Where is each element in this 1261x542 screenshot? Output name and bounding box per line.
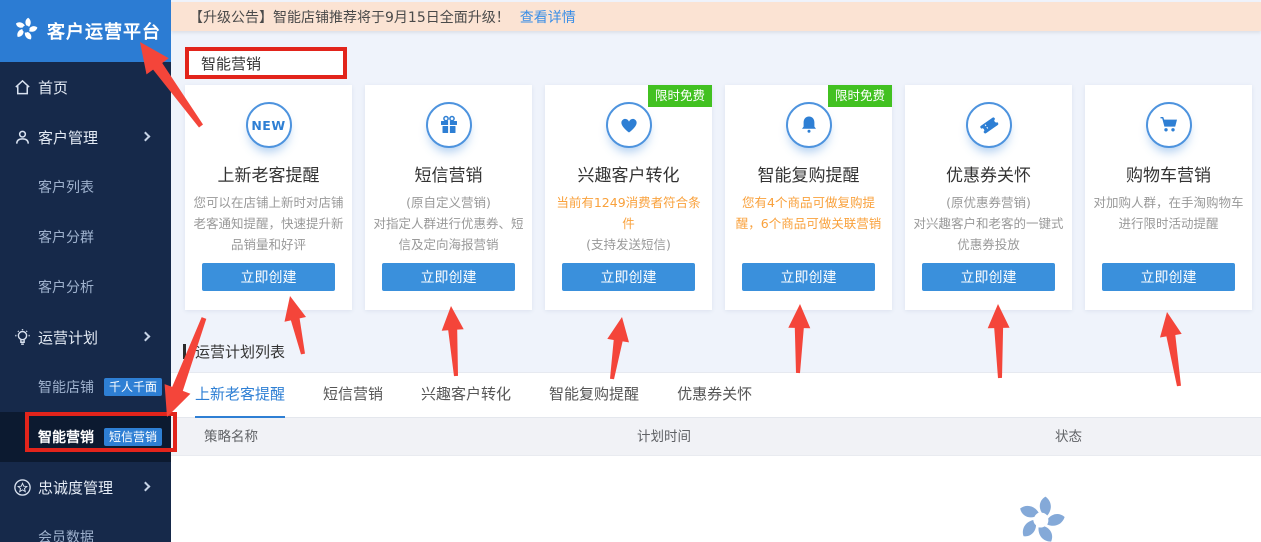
sidebar-item-customer-management[interactable]: 客户管理 (0, 112, 171, 162)
card-description: 您可以在店铺上新时对店铺老客通知提醒，快速提升新品销量和好评 (193, 192, 345, 255)
plan-tabs: 上新老客提醒 短信营销 兴趣客户转化 智能复购提醒 优惠券关怀 (171, 373, 1261, 418)
new-badge-icon: NEW (246, 102, 292, 148)
app-title: 客户运营平台 (47, 18, 161, 44)
section-title: 运营计划列表 (195, 341, 285, 362)
create-now-button[interactable]: 立即创建 (382, 263, 515, 291)
star-circle-icon (13, 478, 32, 497)
sidebar-nav: 首页 客户管理 客户列表 客户分群 客户分析 (0, 62, 171, 542)
card-title: 优惠券关怀 (905, 161, 1072, 186)
sidebar-item-label: 首页 (38, 77, 68, 98)
sidebar-item-member-data[interactable]: 会员数据 (0, 512, 171, 542)
pinwheel-logo-icon (13, 16, 39, 46)
sidebar-item-smart-shop[interactable]: 智能店铺 千人千面 (0, 362, 171, 412)
upgrade-notice-bar: 【升级公告】智能店铺推荐将于9月15日全面升级！ 查看详情 (171, 2, 1261, 31)
notice-text: 【升级公告】智能店铺推荐将于9月15日全面升级！ (189, 7, 510, 27)
sidebar-item-label: 忠诚度管理 (38, 477, 113, 498)
card-title: 上新老客提醒 (185, 161, 352, 186)
sidebar-item-label: 客户分析 (38, 277, 94, 297)
annotation-arrow (788, 304, 810, 373)
card-description: 对指定人群进行优惠券、短信及定向海报营销 (373, 213, 525, 255)
bell-icon (786, 102, 832, 148)
card-description: 对加购人群，在手淘购物车进行限时活动提醒 (1093, 192, 1245, 234)
marketing-cards: NEW 上新老客提醒 您可以在店铺上新时对店铺老客通知提醒，快速提升新品销量和好… (185, 85, 1252, 310)
card-description: 对兴趣客户和老客的一键式优惠券投放 (913, 213, 1065, 255)
lightbulb-icon (13, 328, 32, 347)
chevron-right-icon (141, 482, 151, 492)
users-icon (13, 128, 32, 147)
sidebar-item-loyalty-management[interactable]: 忠诚度管理 (0, 462, 171, 512)
card-highlight: 您有4个商品可做复购提醒，6个商品可做关联营销 (733, 192, 885, 234)
heart-icon (606, 102, 652, 148)
sidebar-item-customer-list[interactable]: 客户列表 (0, 162, 171, 212)
sidebar-item-smart-marketing[interactable]: 智能营销 短信营销 (0, 412, 171, 462)
table-header-row: 策略名称 计划时间 状态 (171, 418, 1261, 456)
sidebar-item-label: 运营计划 (38, 327, 98, 348)
chevron-right-icon (141, 132, 151, 142)
sidebar-item-operation-plan[interactable]: 运营计划 (0, 312, 171, 362)
create-now-button[interactable]: 立即创建 (1102, 263, 1235, 291)
cart-icon (1146, 102, 1192, 148)
page-title-annotation-box: 智能营销 (185, 47, 347, 79)
column-status: 状态 (1055, 418, 1082, 456)
tab-sms-marketing[interactable]: 短信营销 (323, 373, 383, 417)
card-interest-conversion: 限时免费 兴趣客户转化 当前有1249消费者符合条件 (支持发送短信) 立即创建 (545, 85, 712, 310)
card-subtitle: (原自定义营销) (373, 192, 525, 213)
sidebar-item-label: 智能营销 (38, 427, 94, 447)
annotation-arrow (442, 306, 464, 376)
card-subtitle: (支持发送短信) (553, 234, 705, 255)
sidebar-badge: 短信营销 (104, 428, 162, 446)
card-title: 短信营销 (365, 161, 532, 186)
tab-repurchase-reminder[interactable]: 智能复购提醒 (549, 373, 639, 417)
card-repurchase-reminder: 限时免费 智能复购提醒 您有4个商品可做复购提醒，6个商品可做关联营销 立即创建 (725, 85, 892, 310)
card-sms-marketing: 短信营销 (原自定义营销) 对指定人群进行优惠券、短信及定向海报营销 立即创建 (365, 85, 532, 310)
tab-coupon-care[interactable]: 优惠券关怀 (677, 373, 752, 417)
card-subtitle: (原优惠券营销) (913, 192, 1065, 213)
sidebar-item-label: 智能店铺 (38, 377, 94, 397)
sidebar-item-customer-analysis[interactable]: 客户分析 (0, 262, 171, 312)
app-logo[interactable]: 客户运营平台 (0, 0, 171, 62)
sidebar-item-label: 客户管理 (38, 127, 98, 148)
tab-new-arrival-reminder[interactable]: 上新老客提醒 (195, 373, 285, 418)
annotation-arrow (607, 317, 629, 379)
annotation-arrow (988, 304, 1010, 378)
card-cart-marketing: 购物车营销 对加购人群，在手淘购物车进行限时活动提醒 立即创建 (1085, 85, 1252, 310)
plan-list-section-header: 运营计划列表 (183, 341, 285, 362)
sidebar-item-customer-segment[interactable]: 客户分群 (0, 212, 171, 262)
limited-free-badge: 限时免费 (828, 85, 892, 107)
create-now-button[interactable]: 立即创建 (742, 263, 875, 291)
gift-icon (426, 102, 472, 148)
create-now-button[interactable]: 立即创建 (922, 263, 1055, 291)
page-title: 智能营销 (189, 53, 261, 74)
home-icon (13, 78, 32, 97)
card-new-arrival-reminder: NEW 上新老客提醒 您可以在店铺上新时对店铺老客通知提醒，快速提升新品销量和好… (185, 85, 352, 310)
app-window: 客户运营平台 首页 客户管理 (0, 0, 1261, 542)
column-strategy-name: 策略名称 (204, 418, 258, 456)
chevron-right-icon (141, 332, 151, 342)
column-plan-time: 计划时间 (637, 418, 691, 456)
view-details-link[interactable]: 查看详情 (520, 7, 576, 27)
loading-spinner-icon (1014, 493, 1068, 542)
plan-list-panel: 上新老客提醒 短信营销 兴趣客户转化 智能复购提醒 优惠券关怀 策略名称 计划时… (171, 372, 1261, 542)
ticket-icon (966, 102, 1012, 148)
sidebar-item-home[interactable]: 首页 (0, 62, 171, 112)
sidebar-item-label: 客户列表 (38, 177, 94, 197)
create-now-button[interactable]: 立即创建 (562, 263, 695, 291)
card-title: 兴趣客户转化 (545, 161, 712, 186)
sidebar-badge: 千人千面 (104, 378, 162, 396)
sidebar: 客户运营平台 首页 客户管理 (0, 0, 171, 542)
card-highlight: 当前有1249消费者符合条件 (553, 192, 705, 234)
section-marker-bar (183, 344, 186, 359)
card-title: 购物车营销 (1085, 161, 1252, 186)
create-now-button[interactable]: 立即创建 (202, 263, 335, 291)
card-coupon-care: 优惠券关怀 (原优惠券营销) 对兴趣客户和老客的一键式优惠券投放 立即创建 (905, 85, 1072, 310)
sidebar-item-label: 会员数据 (38, 527, 94, 542)
card-title: 智能复购提醒 (725, 161, 892, 186)
tab-interest-conversion[interactable]: 兴趣客户转化 (421, 373, 511, 417)
limited-free-badge: 限时免费 (648, 85, 712, 107)
sidebar-item-label: 客户分群 (38, 227, 94, 247)
